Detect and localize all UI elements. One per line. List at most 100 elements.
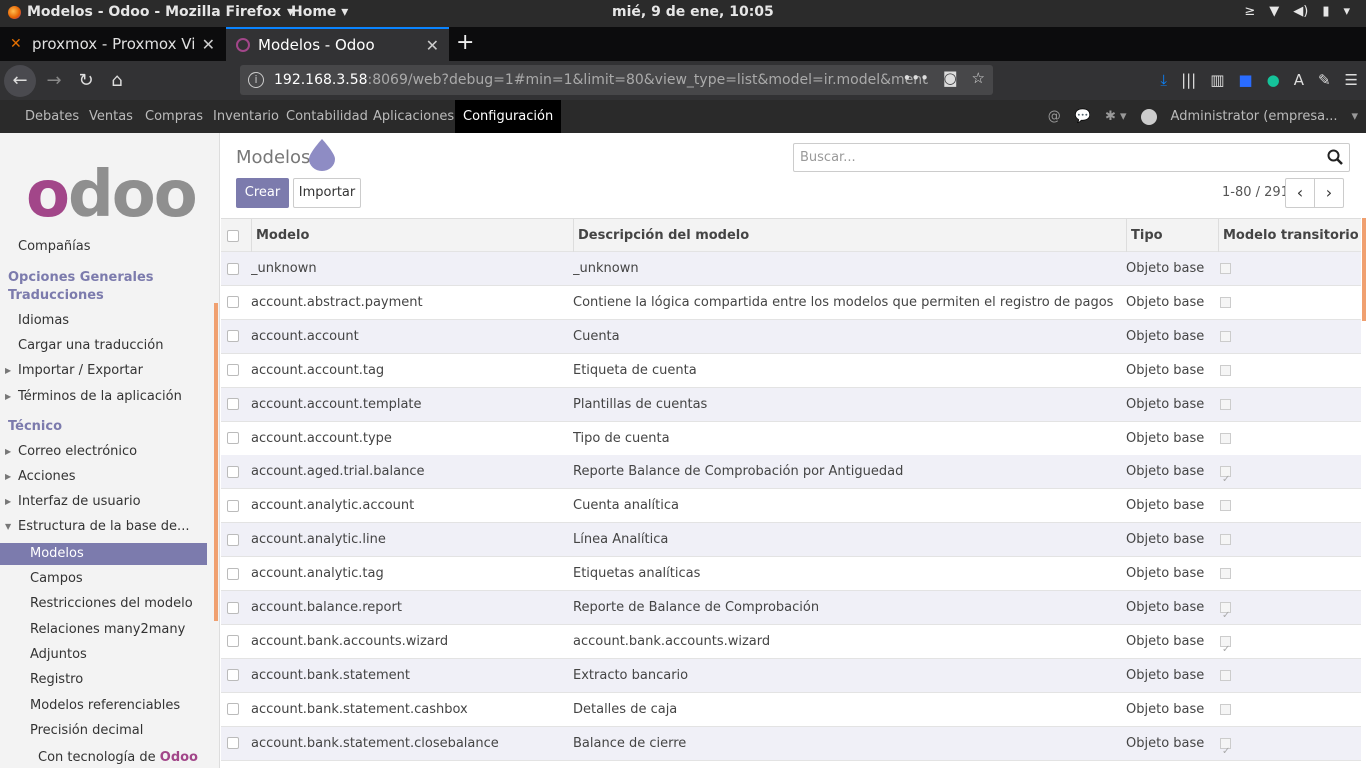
sidebar-item-modelos[interactable]: Modelos — [0, 543, 207, 565]
sidebar-item-modelos-referenciables[interactable]: Modelos referenciables — [0, 695, 207, 717]
row-checkbox[interactable] — [227, 262, 239, 275]
row-checkbox[interactable] — [227, 567, 239, 580]
reload-button[interactable]: ↻ — [70, 65, 102, 97]
url-bar[interactable]: i 192.168.3.58 :8069/web?debug=1#min=1&l… — [240, 65, 993, 95]
row-checkbox[interactable] — [227, 499, 239, 512]
table-row[interactable]: account.account.tag Etiqueta de cuenta Obj… — [221, 354, 1361, 388]
pager-next-button[interactable]: › — [1314, 178, 1344, 208]
sidebar-item-cargar-traduccion[interactable]: Cargar una traducción — [0, 335, 207, 357]
user-menu[interactable]: Administrator (empresa... — [1171, 109, 1338, 124]
table-row[interactable]: account.bank.statement.cashbox Detalles d… — [221, 693, 1361, 727]
column-header-descripcion[interactable]: Descripción del modelo — [573, 219, 1121, 253]
wifi-icon[interactable]: ▼ — [1269, 4, 1279, 19]
row-checkbox[interactable] — [227, 737, 239, 750]
table-row[interactable]: account.account.type Tipo de cuenta Objeto… — [221, 422, 1361, 456]
extension-icon[interactable]: ✎ — [1318, 71, 1331, 89]
row-checkbox[interactable] — [227, 533, 239, 546]
terminal-icon[interactable]: ≥ — [1244, 4, 1255, 19]
pocket-icon[interactable]: ◙ — [943, 69, 958, 87]
menu-inventario[interactable]: Inventario — [213, 100, 279, 133]
row-checkbox[interactable] — [227, 465, 239, 478]
sidebar-scrollbar[interactable] — [214, 303, 218, 621]
avatar[interactable] — [1140, 108, 1157, 125]
volume-icon[interactable]: ◀) — [1293, 4, 1308, 19]
sidebar-item-precision[interactable]: Precisión decimal — [0, 720, 207, 742]
sidebar-item-idiomas[interactable]: Idiomas — [0, 310, 207, 332]
pager-value[interactable]: 1-80 / 291 — [1222, 185, 1289, 200]
table-row[interactable]: account.analytic.account Cuenta analítica… — [221, 489, 1361, 524]
row-checkbox[interactable] — [227, 364, 239, 377]
sidebar-item-restricciones[interactable]: Restricciones del modelo — [0, 593, 207, 615]
sidebar-item-acciones[interactable]: ▶ Acciones — [0, 466, 207, 488]
search-input[interactable]: Buscar... — [793, 143, 1350, 172]
odoo-logo[interactable]: odoo — [26, 163, 198, 227]
select-all-checkbox[interactable] — [227, 229, 239, 242]
new-tab-button[interactable]: + — [456, 27, 474, 61]
sidebar-item-registro[interactable]: Registro — [0, 669, 207, 691]
sidebar-item-companias[interactable]: Compañías — [0, 236, 207, 258]
table-row[interactable]: account.balance.report Reporte de Balance… — [221, 591, 1361, 625]
back-button[interactable]: ← — [4, 65, 36, 97]
table-row[interactable]: account.aged.trial.balance Reporte Balanc… — [221, 455, 1361, 490]
column-header-modelo[interactable]: Modelo — [251, 219, 567, 253]
table-row[interactable]: account.bank.accounts.wizard account.bank… — [221, 625, 1361, 659]
active-app-menu[interactable]: Modelos - Odoo - Mozilla Firefox ▾ — [8, 4, 294, 20]
table-row[interactable]: account.analytic.line Línea Analítica Obje… — [221, 523, 1361, 558]
row-checkbox[interactable] — [227, 635, 239, 648]
column-header-tipo[interactable]: Tipo — [1126, 219, 1214, 253]
tab-modelos[interactable]: Modelos - Odoo ✕ — [226, 27, 449, 61]
row-checkbox[interactable] — [227, 296, 239, 309]
table-row[interactable]: account.bank.statement.closebalance Balan… — [221, 726, 1361, 761]
table-row[interactable]: account.bank.statement Extracto bancario O… — [221, 658, 1361, 693]
table-row[interactable]: account.account Cuenta Objeto base — [221, 319, 1361, 354]
sidebar-item-relaciones[interactable]: Relaciones many2many — [0, 619, 207, 641]
at-icon[interactable]: @ — [1048, 109, 1061, 124]
table-row[interactable]: _unknown _unknown Objeto base — [221, 252, 1361, 286]
menu-configuracion[interactable]: Configuración — [455, 100, 562, 133]
sidebar-item-estructura[interactable]: ▼ Estructura de la base de... — [0, 516, 207, 538]
menu-debates[interactable]: Debates — [25, 100, 79, 133]
sidebar-item-correo[interactable]: ▶ Correo electrónico — [0, 441, 207, 463]
home-menu[interactable]: Home ▾ — [291, 4, 348, 20]
menu-aplicaciones[interactable]: Aplicaciones — [373, 100, 454, 133]
menu-ventas[interactable]: Ventas — [89, 100, 133, 133]
powered-by[interactable]: Con tecnología de Odoo — [0, 747, 207, 769]
download-icon[interactable]: ⤓ — [1160, 71, 1167, 89]
row-checkbox[interactable] — [227, 398, 239, 411]
import-button[interactable]: Importar — [293, 178, 361, 208]
close-icon[interactable]: ✕ — [426, 36, 439, 55]
sidebar-item-importar-exportar[interactable]: ▶ Importar / Exportar — [0, 360, 207, 382]
bookmark-star-icon[interactable]: ☆ — [972, 69, 985, 87]
table-row[interactable]: account.account.template Plantillas de cu… — [221, 387, 1361, 422]
tab-proxmox[interactable]: ✕ proxmox - Proxmox Virt ✕ — [0, 27, 225, 61]
sidebar-item-interfaz[interactable]: ▶ Interfaz de usuario — [0, 491, 207, 513]
library-icon[interactable]: ||| — [1181, 71, 1196, 89]
font-extension-icon[interactable]: A — [1294, 71, 1304, 89]
row-checkbox[interactable] — [227, 703, 239, 716]
power-menu-icon[interactable]: ▾ — [1343, 4, 1350, 19]
page-actions-icon[interactable]: ••• — [902, 69, 929, 87]
sidebar-item-adjuntos[interactable]: Adjuntos — [0, 644, 207, 666]
row-checkbox[interactable] — [227, 432, 239, 444]
home-button[interactable]: ⌂ — [101, 65, 133, 97]
sidebar-icon[interactable]: ▥ — [1210, 71, 1224, 89]
main-scrollbar[interactable] — [1362, 218, 1366, 321]
row-checkbox[interactable] — [227, 601, 239, 614]
row-checkbox[interactable] — [227, 330, 239, 343]
pager-previous-button[interactable]: ‹ — [1285, 178, 1315, 208]
sidebar-item-terminos[interactable]: ▶ Términos de la aplicación — [0, 386, 207, 408]
lock-extension-icon[interactable]: ■ — [1238, 71, 1252, 89]
menu-icon[interactable]: ☰ — [1345, 71, 1358, 89]
grammarly-icon[interactable]: ● — [1267, 71, 1280, 89]
debug-bug-icon[interactable]: ✱ ▾ — [1105, 109, 1127, 124]
menu-compras[interactable]: Compras — [145, 100, 203, 133]
forward-button[interactable]: → — [38, 65, 70, 97]
search-icon[interactable] — [1327, 149, 1343, 165]
table-row[interactable]: account.analytic.tag Etiquetas analíticas… — [221, 557, 1361, 592]
menu-contabilidad[interactable]: Contabilidad — [286, 100, 368, 133]
battery-icon[interactable]: ▮ — [1322, 4, 1329, 19]
column-header-transitorio[interactable]: Modelo transitorio — [1218, 219, 1358, 253]
clock[interactable]: mié, 9 de ene, 10:05 — [612, 4, 774, 20]
chat-icon[interactable]: 💬 — [1075, 109, 1091, 124]
row-checkbox[interactable] — [227, 669, 239, 682]
